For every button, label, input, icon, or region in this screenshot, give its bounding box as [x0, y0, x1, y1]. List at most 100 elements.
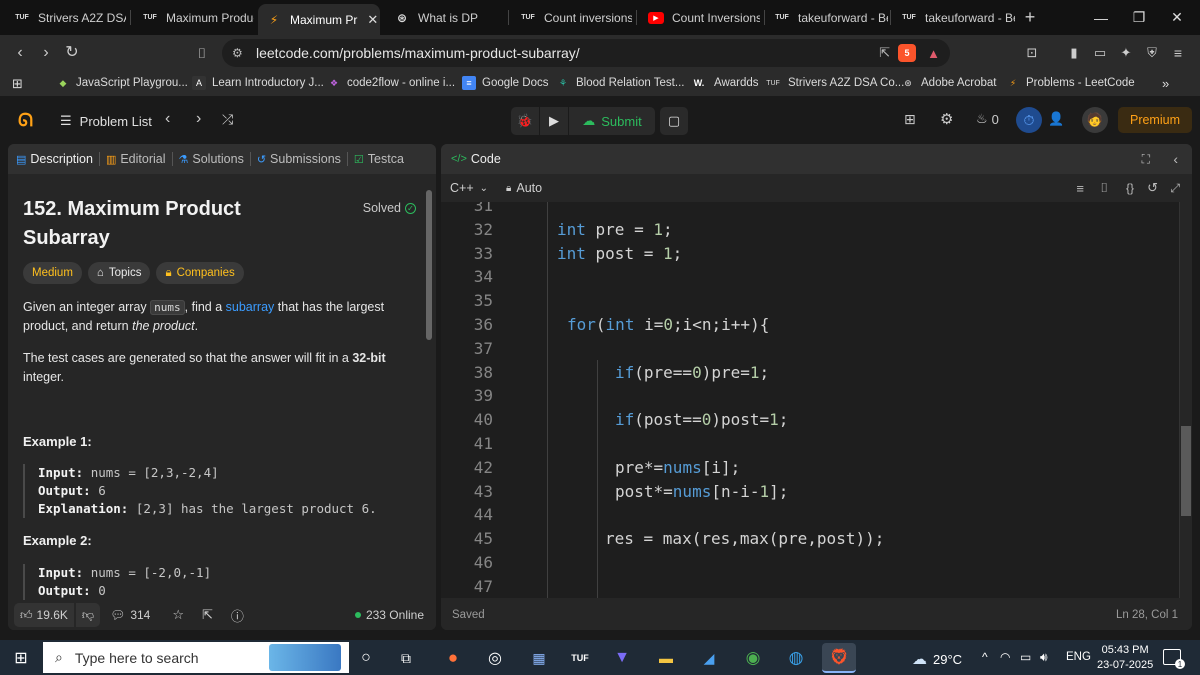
bookmark-item[interactable]: ◆ JavaScript Playgrou...: [56, 76, 188, 90]
description-scrollbar[interactable]: [426, 186, 432, 586]
brave-browser-icon[interactable]: 🦁︎: [822, 643, 856, 673]
auto-mode[interactable]: 🔒︎ Auto: [506, 181, 542, 195]
tab-editorial[interactable]: ▥ Editorial: [106, 152, 166, 166]
browser-tab[interactable]: TUF takeuforward - Be: [893, 4, 1015, 31]
address-bar[interactable]: ⚙ leetcode.com/problems/maximum-product-…: [222, 39, 950, 67]
expand-icon[interactable]: ⤢: [1170, 181, 1180, 196]
bookmark-item[interactable]: ❖ code2flow - online i...: [327, 76, 455, 90]
format-icon[interactable]: ≡: [1076, 181, 1084, 196]
share-icon[interactable]: ⇱: [202, 607, 213, 623]
problem-list-button[interactable]: ☰ Problem List: [60, 113, 152, 129]
browser-tab[interactable]: TUF Maximum Produc: [134, 4, 254, 31]
volume-icon[interactable]: 🔊︎: [1040, 650, 1048, 665]
editor-scroll-thumb[interactable]: [1181, 426, 1191, 516]
submit-button[interactable]: ☁ Submit: [569, 107, 655, 135]
next-problem-icon[interactable]: ›: [196, 110, 201, 128]
brave-rewards-icon[interactable]: ▲: [927, 46, 940, 61]
chevron-up-icon[interactable]: ^: [982, 650, 988, 664]
file-explorer-icon[interactable]: ▬: [654, 646, 678, 670]
help-icon[interactable]: ⓘ: [231, 606, 244, 625]
menu-icon[interactable]: ≡: [1168, 43, 1188, 63]
code-line[interactable]: for(int i=0;i<n;i++){: [567, 315, 769, 334]
bookmark-item[interactable]: TUF Strivers A2Z DSA Co...: [764, 76, 904, 90]
bookmark-item[interactable]: ⚡ Problems - LeetCode: [1006, 76, 1135, 90]
leo-ai-icon[interactable]: ✦: [1116, 43, 1136, 63]
browser-tab-active[interactable]: ⚡ Maximum Pr ✕: [258, 4, 380, 35]
subarray-link[interactable]: subarray: [226, 300, 275, 314]
forward-icon[interactable]: ›: [36, 43, 56, 63]
browser-tab[interactable]: TUF Count inversions: [512, 4, 632, 31]
new-tab-button[interactable]: +: [1016, 4, 1044, 31]
bookmark-item[interactable]: W. Awardds: [690, 76, 759, 90]
calculator-icon[interactable]: ▦: [527, 646, 551, 670]
dislike-button[interactable]: 👎︎: [75, 603, 101, 627]
wifi-icon[interactable]: ◠: [1000, 650, 1010, 664]
layout-icon[interactable]: ⊞: [904, 111, 916, 128]
screenshot-icon[interactable]: ⊡: [1022, 43, 1042, 63]
star-icon[interactable]: ☆: [172, 607, 184, 623]
browser-tab[interactable]: TUFStrivers A2Z DSA C: [6, 4, 126, 31]
firefox-icon[interactable]: ●: [441, 646, 465, 670]
task-view-icon[interactable]: ⧉: [394, 646, 418, 670]
companies-button[interactable]: 🔒︎ Companies: [156, 262, 244, 284]
code-line[interactable]: post*=nums[n-i-1];: [615, 482, 788, 501]
back-icon[interactable]: ‹: [10, 43, 30, 63]
topics-button[interactable]: ⌂ Topics: [87, 262, 151, 284]
code-line[interactable]: int post = 1;: [557, 244, 682, 263]
wallet-icon[interactable]: ▭: [1090, 43, 1110, 63]
bookmark-item[interactable]: ⚘ Blood Relation Test...: [556, 76, 685, 90]
tab-submissions[interactable]: ↺ Submissions: [257, 152, 341, 166]
tab-description[interactable]: ▤ Description: [16, 152, 93, 166]
github-desktop-icon[interactable]: ◎: [483, 646, 507, 670]
tuf-app-icon[interactable]: TUF: [568, 646, 592, 670]
notification-icon[interactable]: 1: [1163, 649, 1185, 669]
bookmark-item[interactable]: A Learn Introductory J...: [192, 76, 324, 90]
braces-icon[interactable]: {}: [1126, 181, 1134, 195]
debug-icon[interactable]: 🐞: [511, 107, 539, 135]
bookmark-item[interactable]: ≡ Google Docs: [462, 76, 548, 90]
tab-solutions[interactable]: ⚗ Solutions: [179, 152, 244, 166]
maximize-icon[interactable]: ⛶: [1142, 152, 1150, 167]
browser-tab[interactable]: ⊛ What is DP: [386, 4, 504, 31]
comments-button[interactable]: 💬︎ 314: [110, 608, 150, 622]
timer-icon[interactable]: ⏱: [1016, 107, 1042, 133]
site-settings-icon[interactable]: ⚙: [232, 46, 243, 60]
vpn-icon[interactable]: ⛨: [1142, 43, 1162, 63]
cortana-icon[interactable]: ○: [354, 646, 378, 670]
tab-testcase[interactable]: ☑ Testca: [354, 152, 404, 166]
code-line[interactable]: int pre = 1;: [557, 220, 673, 239]
language-select[interactable]: C++ ⌄: [450, 181, 488, 195]
bookmark-icon[interactable]: ⌷: [1100, 180, 1108, 196]
app-icon[interactable]: ◢: [697, 646, 721, 670]
edge-icon[interactable]: ◍: [784, 646, 808, 670]
code-line[interactable]: pre*=nums[i];: [615, 458, 740, 477]
bookmark-icon[interactable]: ⌷: [192, 43, 212, 63]
brave-shield-icon[interactable]: 5: [898, 44, 916, 62]
input-language[interactable]: ENG: [1066, 651, 1091, 663]
code-line[interactable]: if(pre==0)pre=1;: [615, 363, 769, 382]
chrome-icon[interactable]: ◉: [741, 646, 765, 670]
clock[interactable]: 05:43 PM 23-07-2025: [1097, 643, 1153, 673]
premium-button[interactable]: Premium: [1118, 107, 1192, 133]
notes-icon[interactable]: ▢: [660, 107, 688, 135]
avatar[interactable]: 🧑: [1082, 107, 1108, 133]
leetcode-logo-icon[interactable]: ᘏ: [18, 110, 33, 131]
browser-tab[interactable]: ▶ Count Inversions: [640, 4, 760, 31]
proton-vpn-icon[interactable]: ▼: [610, 646, 634, 670]
collapse-icon[interactable]: ‹: [1173, 151, 1178, 167]
code-editor[interactable]: 31 32 int pre = 1; 33 int post = 1; 34 35 36 for…: [441, 202, 1179, 598]
prev-problem-icon[interactable]: ‹: [165, 110, 170, 128]
share-icon[interactable]: ⇱: [879, 45, 890, 61]
taskbar-search-input[interactable]: ⌕ Type here to search: [43, 642, 349, 673]
reset-icon[interactable]: ↺: [1147, 180, 1158, 196]
settings-gear-icon[interactable]: ⚙: [940, 110, 953, 128]
shuffle-icon[interactable]: ⤮: [222, 111, 233, 128]
close-window-button[interactable]: ✕: [1154, 0, 1200, 35]
tab-code[interactable]: </> Code: [451, 152, 501, 166]
streak-counter[interactable]: ♨ 0: [976, 111, 999, 127]
apps-icon[interactable]: ⊞: [12, 76, 23, 92]
editor-scrollbar[interactable]: [1179, 202, 1192, 598]
battery-icon[interactable]: ▭: [1020, 650, 1031, 664]
close-tab-icon[interactable]: ✕: [367, 12, 378, 28]
browser-tab[interactable]: TUF takeuforward - Be: [766, 4, 888, 31]
